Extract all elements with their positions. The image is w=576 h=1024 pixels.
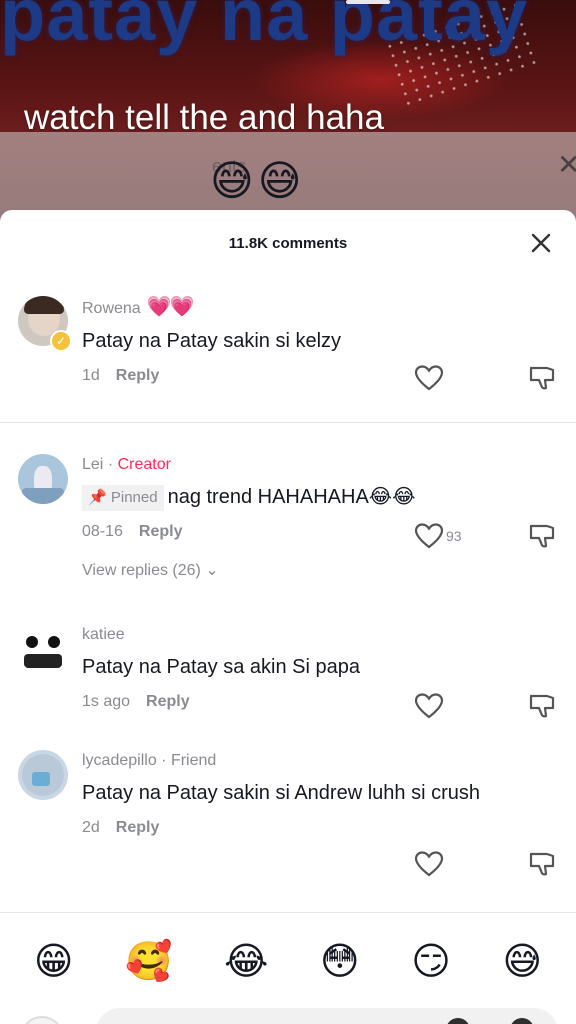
emoji-grin-button[interactable]: 😁 [34, 937, 74, 985]
comment-time: 08-16 [82, 523, 123, 540]
comment-divider [0, 422, 576, 423]
comment-time: 1d [82, 367, 100, 384]
friend-tag: Friend [170, 752, 217, 769]
reply-button[interactable]: Reply [116, 367, 160, 384]
video-caption: watch tell the and haha [24, 98, 384, 137]
comments-header: 11.8K comments [0, 210, 576, 278]
like-button[interactable] [414, 364, 444, 392]
comment-username[interactable]: Lei · Creator [82, 454, 496, 476]
username-separator: · [161, 752, 167, 769]
creator-tag: Creator [117, 456, 171, 473]
username-text: Lei [82, 456, 104, 473]
username-text: lycadepillo [82, 752, 157, 769]
thumbs-down-icon [529, 694, 555, 718]
comment-input-row [0, 1004, 576, 1024]
comment-item: Lei · Creator 📌 Pinned nag trend HAHAHAHA… [0, 450, 576, 610]
like-button[interactable] [414, 850, 444, 878]
comment-text: nag trend HAHAHAHA😂😂 [167, 486, 416, 508]
username-separator: · [107, 456, 114, 473]
username-text: katiee [82, 626, 125, 643]
heart-outline-icon [414, 523, 444, 549]
emoji-smirk-button[interactable]: 😏 [411, 937, 451, 985]
view-replies-label: View replies (26) [82, 562, 201, 579]
reply-button[interactable]: Reply [139, 523, 183, 540]
comment-item: lycadepillo · Friend Patay na Patay saki… [0, 746, 576, 896]
hearts-icon: 💗💗 [146, 296, 195, 318]
comment-meta: 2d Reply [82, 816, 476, 840]
pin-icon: 📌 [88, 488, 111, 506]
comments-sheet: 11.8K comments ✓ Rowena 💗💗 Patay na Patay… [0, 210, 576, 1024]
emoji-laugh-button[interactable]: 😂 [224, 937, 268, 985]
pinned-label: Pinned [110, 488, 158, 506]
heart-outline-icon [414, 693, 444, 719]
pinned-badge: 📌 Pinned [82, 484, 164, 511]
reply-button[interactable]: Reply [116, 819, 160, 836]
comment-username[interactable]: Rowena 💗💗 [82, 296, 476, 320]
comment-text: Patay na Patay sakin si Andrew luhh si c… [82, 782, 480, 804]
avatar[interactable] [18, 454, 68, 504]
heart-outline-icon [414, 851, 444, 877]
username-text: Rowena [82, 300, 141, 317]
avatar[interactable] [18, 624, 68, 674]
background-close-icon: ✕ [557, 149, 576, 180]
emoji-love-button[interactable]: 🥰 [125, 937, 172, 985]
close-button[interactable] [526, 228, 556, 258]
comment-username[interactable]: katiee [82, 624, 476, 646]
dislike-button[interactable] [528, 692, 556, 725]
dislike-button[interactable] [528, 850, 556, 883]
comment-text: Patay na Patay sakin si kelzy [82, 330, 342, 352]
like-count: 93 [446, 528, 462, 544]
chevron-down-icon: ⌄ [205, 562, 219, 579]
emoji-sweat-smile-button[interactable]: 😅 [503, 937, 543, 985]
dislike-button[interactable] [528, 522, 556, 555]
emoji-bar: 😁 🥰 😂 😳 😏 😅 [0, 912, 576, 1008]
reply-button[interactable]: Reply [146, 693, 190, 710]
user-avatar [20, 1016, 64, 1024]
comment-text: Patay na Patay sa akin Si papa [82, 656, 360, 678]
comment-time: 2d [82, 819, 100, 836]
thumbs-down-icon [529, 524, 555, 548]
comment-username[interactable]: lycadepillo · Friend [82, 750, 476, 772]
comment-text-row: 📌 Pinned nag trend HAHAHAHA😂😂 [82, 480, 496, 514]
friend-badge-icon: ✓ [50, 330, 72, 352]
heart-outline-icon [414, 365, 444, 391]
view-replies-button[interactable]: View replies (26) ⌄ [82, 560, 496, 580]
video-watermark-text: patay na patay [0, 0, 529, 56]
dislike-button[interactable] [528, 364, 556, 397]
comment-item: katiee Patay na Patay sa akin Si papa 1s… [0, 620, 576, 740]
video-caption-emoji: 😅😅 [210, 156, 306, 205]
like-button[interactable]: 93 [414, 522, 462, 550]
comment-count: 11.8K comments [228, 235, 348, 252]
thumbs-down-icon [529, 366, 555, 390]
like-button[interactable] [414, 692, 444, 720]
close-icon [531, 233, 551, 253]
status-notch [346, 0, 390, 4]
avatar[interactable] [18, 750, 68, 800]
comment-item: ✓ Rowena 💗💗 Patay na Patay sakin si kelzy… [0, 292, 576, 412]
comment-input[interactable] [96, 1008, 558, 1024]
comment-time: 1s ago [82, 693, 131, 710]
emoji-flushed-button[interactable]: 😳 [320, 937, 360, 985]
thumbs-down-icon [529, 852, 555, 876]
